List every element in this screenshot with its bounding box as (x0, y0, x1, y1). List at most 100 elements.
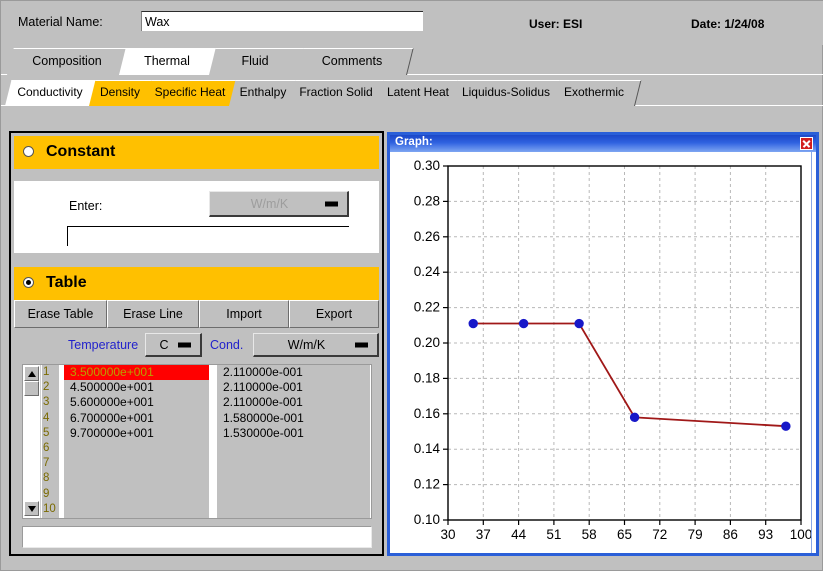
export-button[interactable]: Export (289, 300, 379, 328)
temperature-column[interactable]: 3.500000e+001 4.500000e+001 5.600000e+001 6… (64, 365, 212, 518)
tab-label: Fluid (241, 54, 269, 68)
table-cell-conductivity[interactable] (217, 502, 370, 517)
sub-tab-row: Conductivity Density Specific Heat Entha… (1, 80, 823, 106)
tab-density[interactable]: Density (89, 80, 158, 106)
tab-specific-heat[interactable]: Specific Heat (145, 80, 242, 106)
button-label: Export (315, 307, 353, 321)
svg-text:0.10: 0.10 (414, 512, 440, 527)
table-cell-temperature[interactable]: 6.700000e+001 (64, 411, 209, 426)
tab-enthalpy[interactable]: Enthalpy (229, 80, 304, 106)
temperature-unit-dropdown[interactable]: C (145, 333, 202, 357)
svg-text:0.22: 0.22 (414, 300, 440, 315)
tab-liquidus-solidus[interactable]: Liquidus-Solidus (451, 80, 568, 106)
table-cell-temperature[interactable] (64, 487, 209, 502)
table-cell-temperature[interactable] (64, 502, 209, 517)
material-name-input[interactable] (141, 11, 423, 31)
scroll-up-button[interactable] (24, 366, 39, 381)
material-properties-window: Material Name: User: ESI Date: 1/24/08 C… (0, 0, 823, 571)
conductivity-unit-dropdown[interactable]: W/m/K (253, 333, 379, 357)
tab-label: Thermal (144, 54, 190, 68)
row-number: 6 (43, 441, 50, 454)
svg-text:44: 44 (511, 527, 527, 542)
table-button-row: Erase Table Erase Line Import Export (14, 300, 379, 328)
main-tab-row: Composition Thermal Fluid Comments (1, 48, 823, 75)
constant-header[interactable]: Constant (14, 136, 379, 169)
table-cell-conductivity[interactable] (217, 441, 370, 456)
tab-composition[interactable]: Composition (7, 48, 134, 75)
svg-text:0.14: 0.14 (414, 441, 441, 456)
row-number: 3 (43, 396, 50, 409)
graph-window: Graph: 0.10 0.12 0.14 0.16 0.18 0.20 0.22 0.24 0… (387, 132, 819, 556)
row-number-gutter: 1 2 3 4 5 6 7 8 9 10 (42, 365, 60, 518)
constant-value-input[interactable] (67, 226, 349, 246)
status-input[interactable] (22, 526, 372, 548)
tab-latent-heat[interactable]: Latent Heat (377, 80, 466, 106)
row-number: 4 (43, 411, 50, 424)
svg-text:93: 93 (758, 527, 773, 542)
table-header[interactable]: Table (14, 267, 379, 300)
svg-text:100: 100 (790, 527, 813, 542)
row-number: 8 (43, 472, 50, 485)
conductivity-column[interactable]: 2.110000e-001 2.110000e-001 2.110000e-001 1… (217, 365, 370, 518)
constant-entry-zone: Enter: W/m/K (14, 181, 379, 253)
table-radio[interactable] (23, 277, 34, 288)
spacer-strip (14, 253, 379, 267)
table-cell-temperature[interactable]: 4.500000e+001 (64, 380, 209, 395)
row-number: 7 (43, 457, 50, 470)
table-cell-temperature[interactable] (64, 441, 209, 456)
svg-text:58: 58 (582, 527, 597, 542)
svg-text:79: 79 (688, 527, 703, 542)
table-title: Table (46, 274, 87, 291)
svg-text:65: 65 (617, 527, 632, 542)
constant-unit-dropdown[interactable]: W/m/K (209, 191, 349, 217)
chevron-down-icon (178, 342, 191, 347)
table-cell-temperature[interactable]: 5.600000e+001 (64, 395, 209, 410)
tab-comments[interactable]: Comments (297, 48, 414, 75)
tab-exothermic[interactable]: Exothermic (553, 80, 642, 106)
erase-line-button[interactable]: Erase Line (107, 300, 199, 328)
graph-title-bar[interactable]: Graph: (390, 135, 816, 152)
tab-thermal[interactable]: Thermal (119, 48, 222, 75)
line-chart: 0.10 0.12 0.14 0.16 0.18 0.20 0.22 0.24 0.26 0.28… (414, 158, 813, 542)
table-cell-conductivity[interactable]: 2.110000e-001 (217, 380, 370, 395)
table-cell-conductivity[interactable]: 2.110000e-001 (217, 365, 370, 380)
table-scrollbar[interactable] (23, 365, 41, 518)
tab-fraction-solid[interactable]: Fraction Solid (289, 80, 390, 106)
button-label: Erase Line (123, 307, 183, 321)
svg-text:0.18: 0.18 (414, 370, 440, 385)
properties-panel: Constant Enter: W/m/K Table Erase Table (9, 131, 384, 556)
table-cell-temperature[interactable]: 3.500000e+001 (64, 365, 209, 381)
table-cell-conductivity[interactable]: 1.580000e-001 (217, 411, 370, 426)
table-cell-temperature[interactable]: 9.700000e+001 (64, 426, 209, 441)
import-button[interactable]: Import (199, 300, 289, 328)
tab-label: Exothermic (563, 85, 625, 99)
tab-conductivity[interactable]: Conductivity (5, 80, 102, 106)
constant-radio[interactable] (23, 146, 34, 157)
table-cell-conductivity[interactable]: 1.530000e-001 (217, 426, 370, 441)
table-cell-conductivity[interactable] (217, 456, 370, 471)
tab-fluid[interactable]: Fluid (209, 48, 308, 75)
scroll-down-button[interactable] (24, 501, 39, 516)
table-cell-conductivity[interactable] (217, 487, 370, 502)
button-label: Erase Table (27, 307, 94, 321)
conductivity-label: Cond. (210, 338, 244, 352)
svg-text:0.12: 0.12 (414, 477, 440, 492)
panel-inner: Constant Enter: W/m/K Table Erase Table (14, 136, 379, 549)
table-cell-temperature[interactable] (64, 471, 209, 486)
graph-right-margin (811, 152, 816, 553)
svg-text:0.30: 0.30 (414, 158, 440, 173)
button-label: Import (226, 307, 262, 321)
graph-plot-area: 0.10 0.12 0.14 0.16 0.18 0.20 0.22 0.24 0.26 0.28… (390, 152, 816, 553)
svg-text:0.24: 0.24 (414, 264, 441, 279)
tab-label: Specific Heat (154, 85, 226, 99)
chevron-down-icon (325, 201, 338, 206)
table-unit-row: Temperature C Cond. W/m/K (14, 331, 379, 361)
table-cell-temperature[interactable] (64, 456, 209, 471)
table-cell-conductivity[interactable] (217, 471, 370, 486)
table-cell-conductivity[interactable]: 2.110000e-001 (217, 395, 370, 410)
close-icon[interactable] (800, 137, 813, 150)
scroll-thumb[interactable] (24, 381, 39, 396)
triangle-down-icon (28, 506, 36, 512)
row-number: 10 (43, 502, 56, 515)
erase-table-button[interactable]: Erase Table (14, 300, 107, 328)
